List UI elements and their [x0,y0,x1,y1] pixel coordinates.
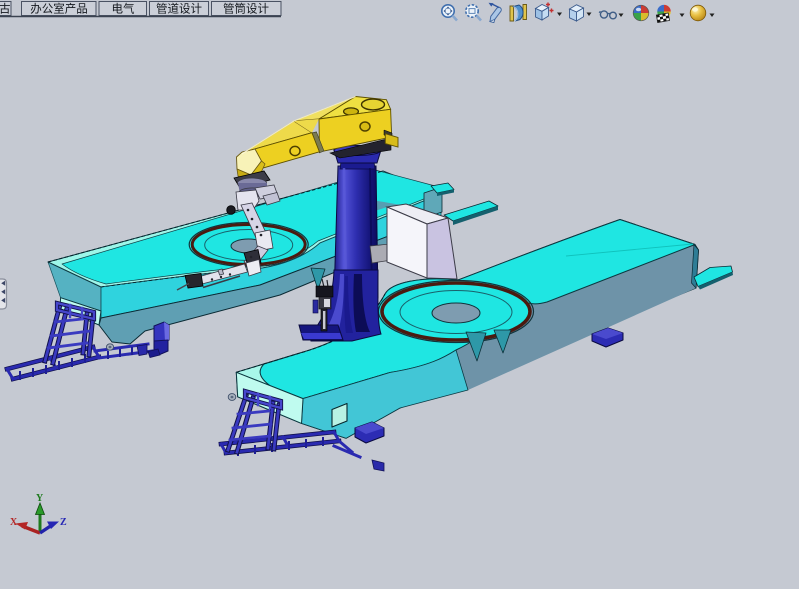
svg-text:X: X [10,517,18,528]
svg-text:管筒设计: 管筒设计 [223,2,269,16]
svg-text:办公室产品: 办公室产品 [30,2,88,16]
svg-text:Z: Z [60,517,67,528]
svg-text:Y: Y [36,493,44,504]
svg-text:管道设计: 管道设计 [156,2,202,16]
svg-text:古: 古 [0,2,11,16]
svg-text:电气: 电气 [112,2,135,16]
